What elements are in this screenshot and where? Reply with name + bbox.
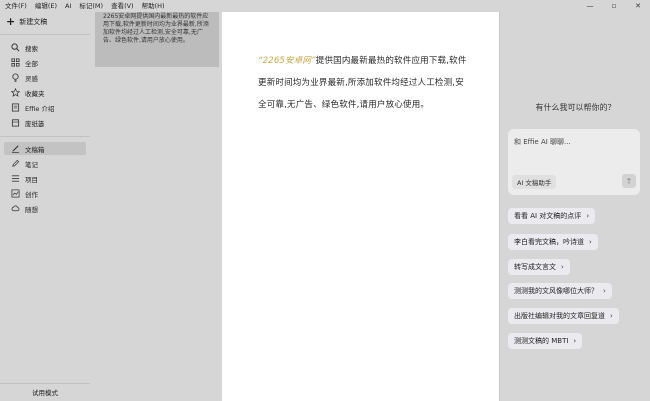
arrow-right-icon: ›: [586, 212, 590, 220]
sidebar-item-notes[interactable]: 笔记: [4, 157, 86, 170]
menu-ai[interactable]: AI: [61, 0, 75, 12]
arrow-right-icon: ›: [589, 238, 592, 246]
arrow-up-icon: ↑: [625, 176, 633, 186]
search-icon: [11, 43, 20, 52]
suggestion-chip[interactable]: 李白看完文稿，吟诗道 ›: [508, 234, 598, 250]
list-icon: [11, 174, 20, 183]
new-doc-button[interactable]: + 新建文稿: [6, 16, 47, 28]
editor-marker-icon: ·: [460, 59, 463, 67]
close-button[interactable]: ✕: [626, 0, 650, 12]
menu-help[interactable]: 帮助(H): [138, 0, 169, 12]
sidebar-item-projects[interactable]: 项目: [4, 172, 86, 185]
trial-mode-label[interactable]: 试用模式: [0, 387, 90, 397]
sidebar-item-search[interactable]: 搜索: [4, 41, 86, 54]
new-doc-label: 新建文稿: [19, 18, 48, 26]
menu-file[interactable]: 文件(F): [0, 0, 31, 12]
maximize-button[interactable]: ▫: [602, 0, 626, 12]
document-list: 2265安卓网提供国内最新最热的软件应用下载,软件更新时间均为业界最新,所添加软…: [90, 12, 222, 401]
suggestion-label: 看看 AI 对文稿的点评: [514, 212, 582, 220]
document-card[interactable]: 2265安卓网提供国内最新最热的软件应用下载,软件更新时间均为业界最新,所添加软…: [95, 12, 219, 67]
sidebar-divider: [0, 34, 90, 35]
sidebar-item-thoughts[interactable]: 随想: [4, 202, 86, 215]
suggestion-label: 测测文稿的 MBTI: [514, 337, 569, 345]
sidebar: + 新建文稿 搜索 全部 灵感 收藏夹 Effie 介绍 废纸篓 文稿箱 笔记 …: [0, 12, 90, 401]
menu-view[interactable]: 查看(V): [107, 0, 138, 12]
grid-icon: [11, 58, 20, 67]
sidebar-item-trash[interactable]: 废纸篓: [4, 116, 86, 129]
ai-chat-box: 和 Effie AI 聊聊... AI 文稿助手 ↑: [508, 129, 640, 195]
ai-panel: 有什么我可以帮你的？ 和 Effie AI 聊聊... AI 文稿助手 ↑ 看看…: [499, 12, 650, 401]
ai-mode-label: AI 文稿助手: [517, 179, 552, 187]
trash-icon: [11, 118, 20, 127]
sidebar-item-inspiration[interactable]: 灵感: [4, 71, 86, 84]
editor-highlight: “2265安卓网”: [258, 56, 316, 66]
pen-icon: [11, 144, 20, 153]
menu-bar: 文件(F) 编辑(E) AI 标记(M) 查看(V) 帮助(H) — ▫ ✕: [0, 0, 650, 12]
sidebar-item-label: 文稿箱: [25, 145, 45, 154]
editor[interactable]: “2265安卓网”提供国内最新最热的软件应用下载,软件更新时间均为业界最新,所添…: [222, 12, 499, 401]
suggestion-chip[interactable]: 出版社编辑对我的文章回复道 ›: [508, 308, 619, 324]
lightbulb-icon: [11, 73, 20, 82]
arrow-right-icon: ›: [610, 312, 613, 320]
sidebar-item-label: 收藏夹: [25, 89, 45, 98]
suggestion-chip[interactable]: 测测文稿的 MBTI ›: [508, 333, 583, 349]
cloud-icon: [11, 204, 20, 213]
suggestion-label: 转写成文言文: [514, 263, 556, 271]
sidebar-item-label: 灵感: [25, 74, 38, 83]
document-icon: [11, 103, 20, 112]
arrow-right-icon: ›: [573, 337, 577, 345]
plus-icon: +: [6, 15, 16, 28]
editor-body[interactable]: “2265安卓网”提供国内最新最热的软件应用下载,软件更新时间均为业界最新,所添…: [258, 50, 470, 116]
suggestion-label: 出版社编辑对我的文章回复道: [514, 312, 605, 320]
sidebar-footer-divider: [0, 383, 90, 384]
arrow-right-icon: ›: [603, 287, 606, 295]
star-icon: [11, 88, 20, 97]
sidebar-item-label: Effie 介绍: [25, 104, 55, 113]
ai-prompt-title: 有什么我可以帮你的？: [535, 103, 616, 112]
sidebar-item-drafts[interactable]: 文稿箱: [4, 142, 86, 155]
window-controls: — ▫ ✕: [578, 0, 650, 12]
ai-mode-selector[interactable]: AI 文稿助手: [512, 175, 557, 189]
sidebar-item-effie-intro[interactable]: Effie 介绍: [4, 101, 86, 114]
suggestion-label: 李白看完文稿，吟诗道: [514, 238, 584, 246]
sidebar-item-label: 项目: [25, 175, 38, 184]
chart-icon: [11, 189, 20, 198]
suggestion-chip[interactable]: 转写成文言文 ›: [508, 259, 570, 275]
sidebar-divider: [0, 136, 90, 137]
suggestion-chip[interactable]: 看看 AI 对文稿的点评 ›: [508, 208, 596, 224]
sidebar-item-all[interactable]: 全部: [4, 56, 86, 69]
suggestion-chip[interactable]: 测测我的文风像哪位大师？ ›: [508, 283, 612, 299]
sidebar-item-label: 随想: [25, 205, 38, 214]
arrow-right-icon: ›: [561, 263, 564, 271]
sidebar-item-favorites[interactable]: 收藏夹: [4, 86, 86, 99]
sidebar-item-label: 笔记: [25, 160, 38, 169]
sidebar-item-label: 创作: [25, 190, 38, 199]
document-card-preview: 2265安卓网提供国内最新最热的软件应用下载,软件更新时间均为业界最新,所添加软…: [103, 13, 209, 44]
send-button[interactable]: ↑: [622, 174, 636, 188]
sidebar-item-creation[interactable]: 创作: [4, 187, 86, 200]
sidebar-item-label: 全部: [25, 59, 38, 68]
sidebar-item-label: 废纸篓: [25, 119, 45, 128]
suggestion-label: 测测我的文风像哪位大师？: [514, 287, 598, 295]
ai-chat-input[interactable]: 和 Effie AI 聊聊...: [514, 137, 571, 147]
pencil-icon: [11, 159, 20, 168]
menu-mark[interactable]: 标记(M): [75, 0, 107, 12]
sidebar-item-label: 搜索: [25, 44, 38, 53]
minimize-button[interactable]: —: [578, 0, 602, 12]
menu-edit[interactable]: 编辑(E): [31, 0, 61, 12]
